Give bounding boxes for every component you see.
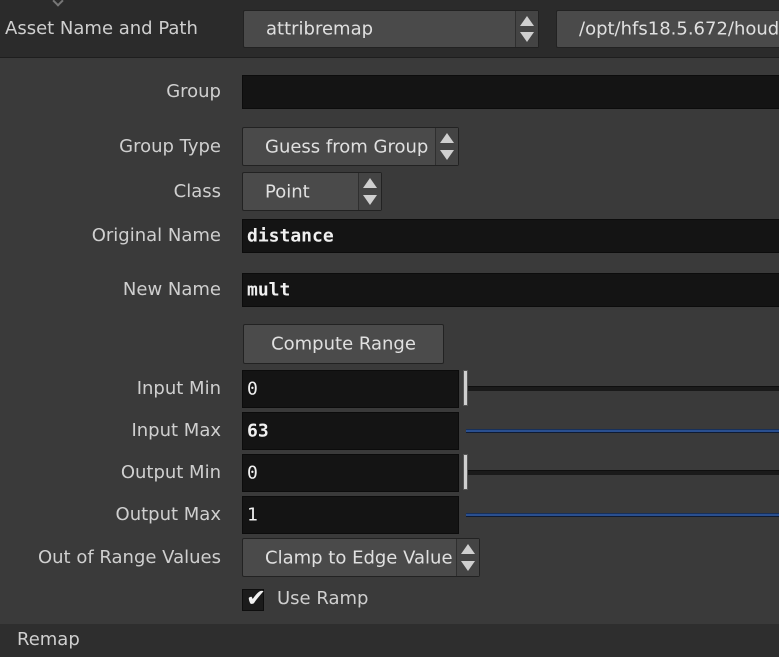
group-label: Group: [166, 81, 221, 102]
original-name-field[interactable]: distance: [242, 219, 779, 253]
asset-path-menu[interactable]: /opt/hfs18.5.672/houdi: [556, 10, 779, 48]
use-ramp-checkbox[interactable]: ✔: [242, 584, 266, 612]
output-min-slider-handle[interactable]: [463, 454, 468, 490]
use-ramp-label: Use Ramp: [277, 588, 369, 609]
chevron-down-icon: [52, 0, 64, 7]
output-max-value: 1: [247, 504, 258, 526]
remap-section[interactable]: Remap: [0, 624, 779, 657]
out-of-range-label: Out of Range Values: [37, 547, 221, 568]
input-max-label: Input Max: [131, 420, 221, 441]
new-name-field[interactable]: mult: [242, 273, 779, 307]
new-name-label: New Name: [122, 279, 221, 300]
asset-path-value: /opt/hfs18.5.672/houdi: [579, 18, 779, 40]
menu-arrows-icon: [456, 539, 479, 576]
input-min-slider[interactable]: [466, 386, 779, 391]
new-name-value: mult: [247, 279, 291, 301]
checkmark-icon: ✔: [246, 584, 267, 612]
class-menu[interactable]: Point: [242, 172, 382, 211]
input-max-value: 63: [247, 420, 269, 442]
original-name-value: distance: [247, 225, 334, 247]
output-max-label: Output Max: [115, 504, 221, 525]
asset-name-value: attribremap: [266, 18, 374, 40]
class-value: Point: [265, 181, 310, 202]
asset-header: Asset Name and Path attribremap /opt/hfs…: [0, 0, 779, 58]
collapse-indicator: [0, 0, 70, 7]
input-min-value: 0: [247, 378, 258, 400]
output-min-value: 0: [247, 462, 258, 484]
menu-arrows-icon: [435, 128, 458, 165]
input-min-slider-handle[interactable]: [463, 370, 468, 406]
compute-range-button[interactable]: Compute Range: [243, 324, 444, 364]
asset-name-label: Asset Name and Path: [5, 18, 198, 39]
compute-range-label: Compute Range: [271, 333, 416, 355]
group-type-menu[interactable]: Guess from Group: [242, 127, 459, 166]
input-min-field[interactable]: 0: [242, 370, 459, 408]
remap-section-label: Remap: [17, 629, 80, 650]
output-max-field[interactable]: 1: [242, 496, 459, 534]
out-of-range-menu[interactable]: Clamp to Edge Value: [242, 538, 480, 577]
group-field[interactable]: [242, 75, 779, 109]
asset-name-menu[interactable]: attribremap: [243, 10, 539, 48]
input-max-slider[interactable]: [466, 429, 779, 433]
input-min-label: Input Min: [136, 378, 221, 399]
menu-arrows-icon: [358, 173, 381, 210]
out-of-range-value: Clamp to Edge Value: [265, 547, 453, 568]
group-type-label: Group Type: [119, 136, 221, 157]
output-min-label: Output Min: [120, 462, 221, 483]
output-min-slider[interactable]: [466, 470, 779, 475]
original-name-label: Original Name: [91, 225, 221, 246]
input-max-field[interactable]: 63: [242, 412, 459, 450]
output-max-slider[interactable]: [466, 513, 779, 517]
class-label: Class: [173, 181, 221, 202]
menu-arrows-icon: [515, 11, 538, 47]
group-type-value: Guess from Group: [265, 136, 429, 157]
output-min-field[interactable]: 0: [242, 454, 459, 492]
